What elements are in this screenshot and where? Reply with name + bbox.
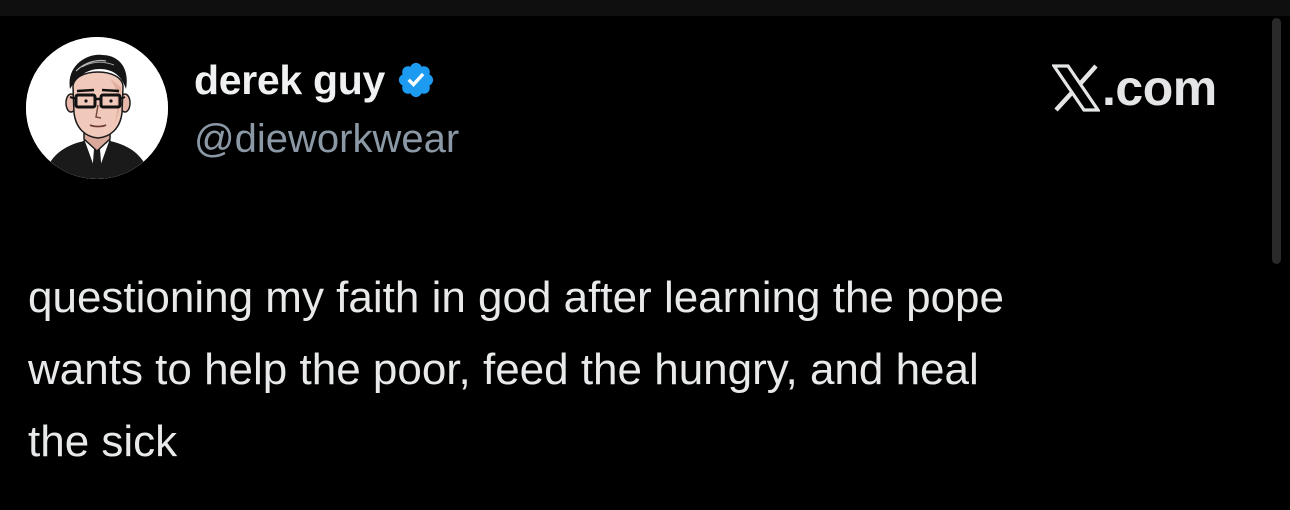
author-handle[interactable]: @dieworkwear (194, 115, 459, 163)
verified-badge-icon (396, 60, 436, 100)
tweet-text: questioning my faith in god after learni… (28, 262, 1250, 478)
brand-watermark: .com (1052, 60, 1217, 116)
tweet-text-line: wants to help the poor, feed the hungry,… (28, 345, 979, 394)
x-logo-icon (1052, 64, 1100, 112)
author-name-row: derek guy (194, 56, 436, 104)
portrait-illustration (26, 37, 168, 179)
tweet-text-line: the sick (28, 417, 178, 466)
top-bar (0, 0, 1290, 16)
avatar[interactable] (26, 37, 168, 179)
tweet-text-line: questioning my faith in god after learni… (28, 273, 1004, 322)
scrollbar[interactable] (1272, 18, 1281, 264)
brand-domain-text: .com (1102, 60, 1217, 116)
author-display-name[interactable]: derek guy (194, 56, 385, 104)
